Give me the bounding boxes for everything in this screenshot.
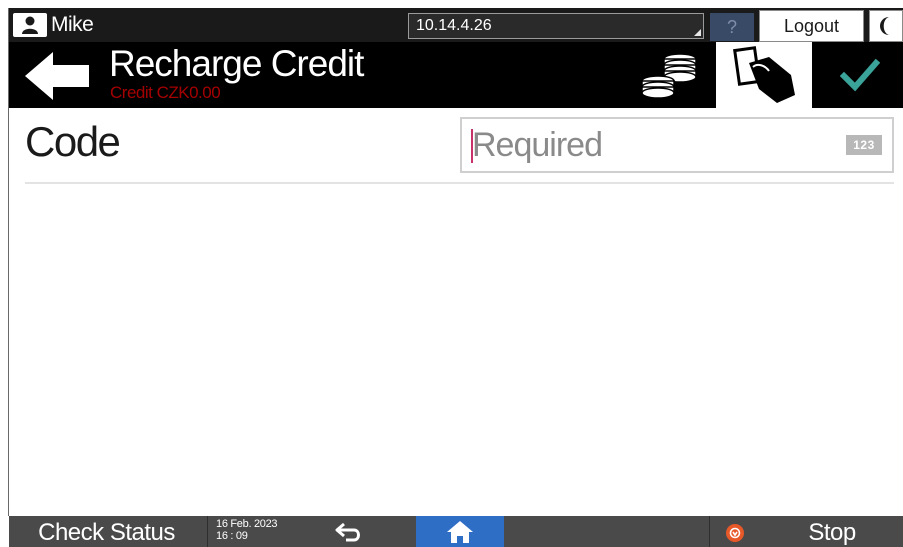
code-input[interactable] [468, 125, 838, 165]
time-text: 16 : 09 [216, 530, 248, 542]
back-arrow-icon [25, 52, 89, 100]
night-mode-button[interactable] [869, 10, 903, 42]
home-icon [447, 520, 473, 543]
coins-button[interactable] [629, 42, 709, 108]
ip-address-field[interactable]: 10.14.4.26 [408, 13, 704, 39]
logout-button[interactable]: Logout [759, 10, 864, 42]
bottom-bar: Check Status 16 Feb. 2023 16 : 09 Stop [9, 516, 903, 547]
numeric-keypad-badge[interactable]: 123 [846, 135, 882, 155]
divider [25, 182, 894, 184]
stop-button[interactable]: Stop [777, 516, 887, 547]
separator [207, 516, 208, 547]
credit-balance: Credit CZK0.00 [110, 83, 221, 102]
home-button[interactable] [416, 516, 504, 547]
card-swipe-button[interactable] [716, 42, 812, 108]
status-bar: Mike 10.14.4.26 ? Logout [9, 8, 903, 42]
code-field[interactable]: 123 [460, 117, 894, 173]
return-button[interactable] [319, 516, 379, 547]
checkmark-icon [840, 58, 880, 92]
date-text: 16 Feb. 2023 [216, 518, 278, 530]
page-title: Recharge Credit [109, 43, 364, 84]
card-swipe-icon [733, 46, 795, 103]
confirm-button[interactable] [817, 42, 903, 108]
text-caret [471, 129, 473, 163]
date-time: 16 Feb. 2023 16 : 09 [216, 518, 278, 542]
user-chip[interactable]: Mike [13, 13, 94, 37]
ip-address-text: 10.14.4.26 [416, 17, 492, 34]
coins-icon [641, 53, 697, 99]
separator [709, 516, 710, 547]
return-arrow-icon [335, 522, 360, 541]
title-bar: Recharge Credit Credit CZK0.00 [9, 42, 903, 108]
moon-icon [880, 17, 889, 35]
stop-icon[interactable] [726, 524, 744, 542]
check-status-button[interactable]: Check Status [9, 516, 204, 547]
user-icon [13, 13, 47, 37]
resize-corner-icon [694, 29, 701, 36]
help-button[interactable]: ? [710, 13, 754, 41]
user-name: Mike [51, 13, 94, 36]
code-label: Code [25, 118, 121, 165]
back-button[interactable] [23, 50, 93, 102]
